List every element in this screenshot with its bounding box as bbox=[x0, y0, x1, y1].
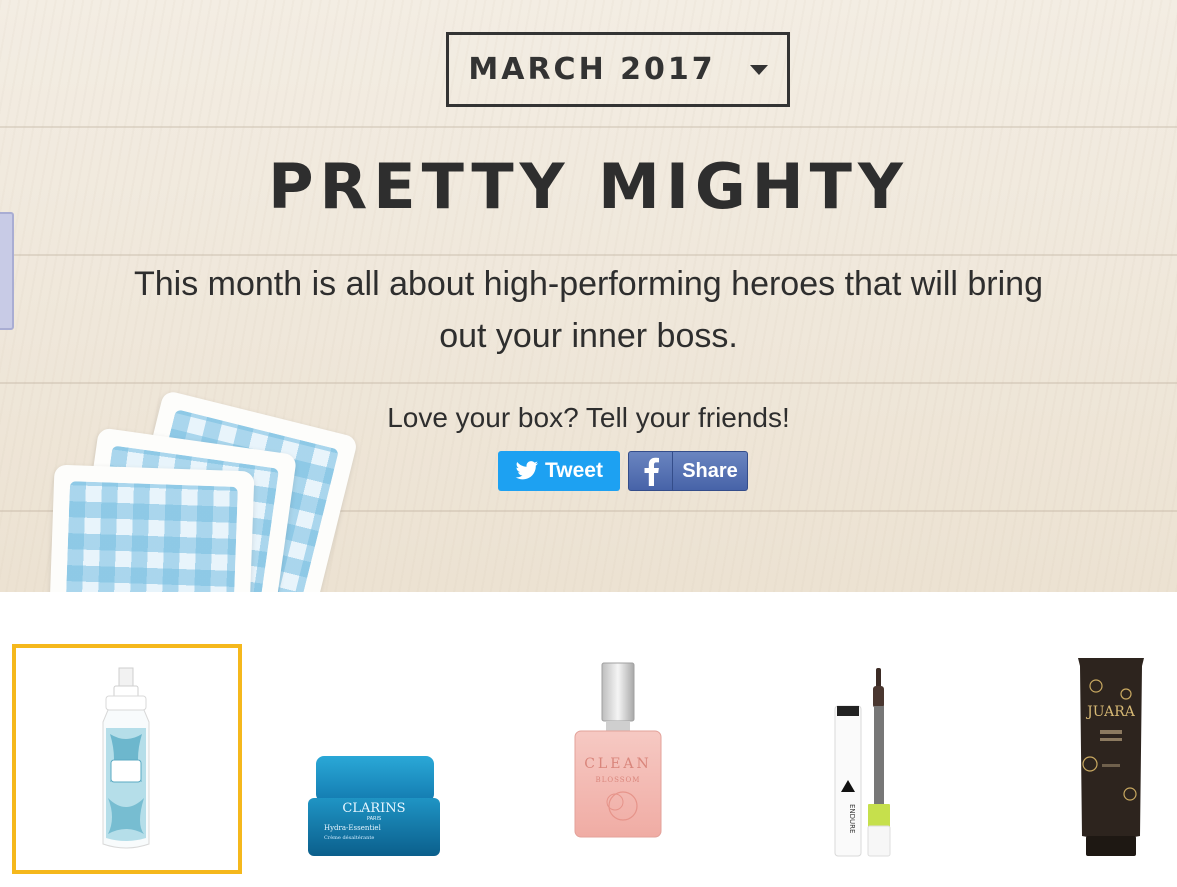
caret-down-icon bbox=[749, 64, 768, 75]
product-tile-clean-perfume[interactable]: CLEAN BLOSSOM bbox=[505, 644, 735, 874]
clarins-sub-text: PARIS bbox=[367, 816, 381, 822]
twitter-bird-icon bbox=[515, 461, 539, 480]
share-prompt: Love your box? Tell your friends! bbox=[387, 402, 790, 433]
clarins-line-sub-text: Crème désaltérante bbox=[324, 834, 374, 841]
product-tile-spray-bottle[interactable] bbox=[12, 644, 242, 874]
clarins-brand-text: CLARINS bbox=[342, 801, 405, 816]
product-tile-clarins-cream[interactable]: CLARINS PARIS Hydra-Essentiel Crème désa… bbox=[258, 644, 488, 874]
product-carousel: CLARINS PARIS Hydra-Essentiel Crème désa… bbox=[0, 592, 1177, 887]
product-tile-juara-balm[interactable]: JUARA bbox=[998, 644, 1177, 874]
tweet-label: Tweet bbox=[545, 459, 603, 482]
hero-banner: MARCH 2017 PRETTY MIGHTY This month is a… bbox=[0, 0, 1177, 592]
juara-tube-image: JUARA bbox=[1078, 658, 1144, 856]
clean-line-text: BLOSSOM bbox=[596, 776, 641, 784]
juara-brand-text: JUARA bbox=[1085, 704, 1136, 720]
mascara-image: ENDURE bbox=[834, 668, 891, 857]
tweet-button[interactable]: Tweet bbox=[498, 451, 620, 491]
product-tile-mascara[interactable]: ENDURE bbox=[752, 644, 982, 874]
page-description: This month is all about high-performing … bbox=[133, 265, 1043, 355]
page-title: PRETTY MIGHTY bbox=[268, 150, 909, 223]
month-select[interactable]: MARCH 2017 bbox=[446, 32, 790, 107]
perfume-bottle-image: CLEAN BLOSSOM bbox=[574, 662, 662, 838]
month-select-label: MARCH 2017 bbox=[468, 52, 716, 87]
clean-brand-text: CLEAN bbox=[584, 756, 652, 772]
decorative-prop bbox=[0, 212, 14, 330]
facebook-share-button[interactable]: Share bbox=[628, 451, 748, 491]
decorative-card bbox=[45, 464, 255, 592]
spray-bottle-image bbox=[102, 667, 150, 849]
mascara-brand-text: ENDURE bbox=[848, 804, 856, 833]
clarins-jar-image: CLARINS PARIS Hydra-Essentiel Crème désa… bbox=[308, 756, 440, 856]
clarins-line-text: Hydra-Essentiel bbox=[324, 824, 382, 832]
share-label: Share bbox=[682, 459, 738, 482]
facebook-icon bbox=[629, 452, 673, 490]
